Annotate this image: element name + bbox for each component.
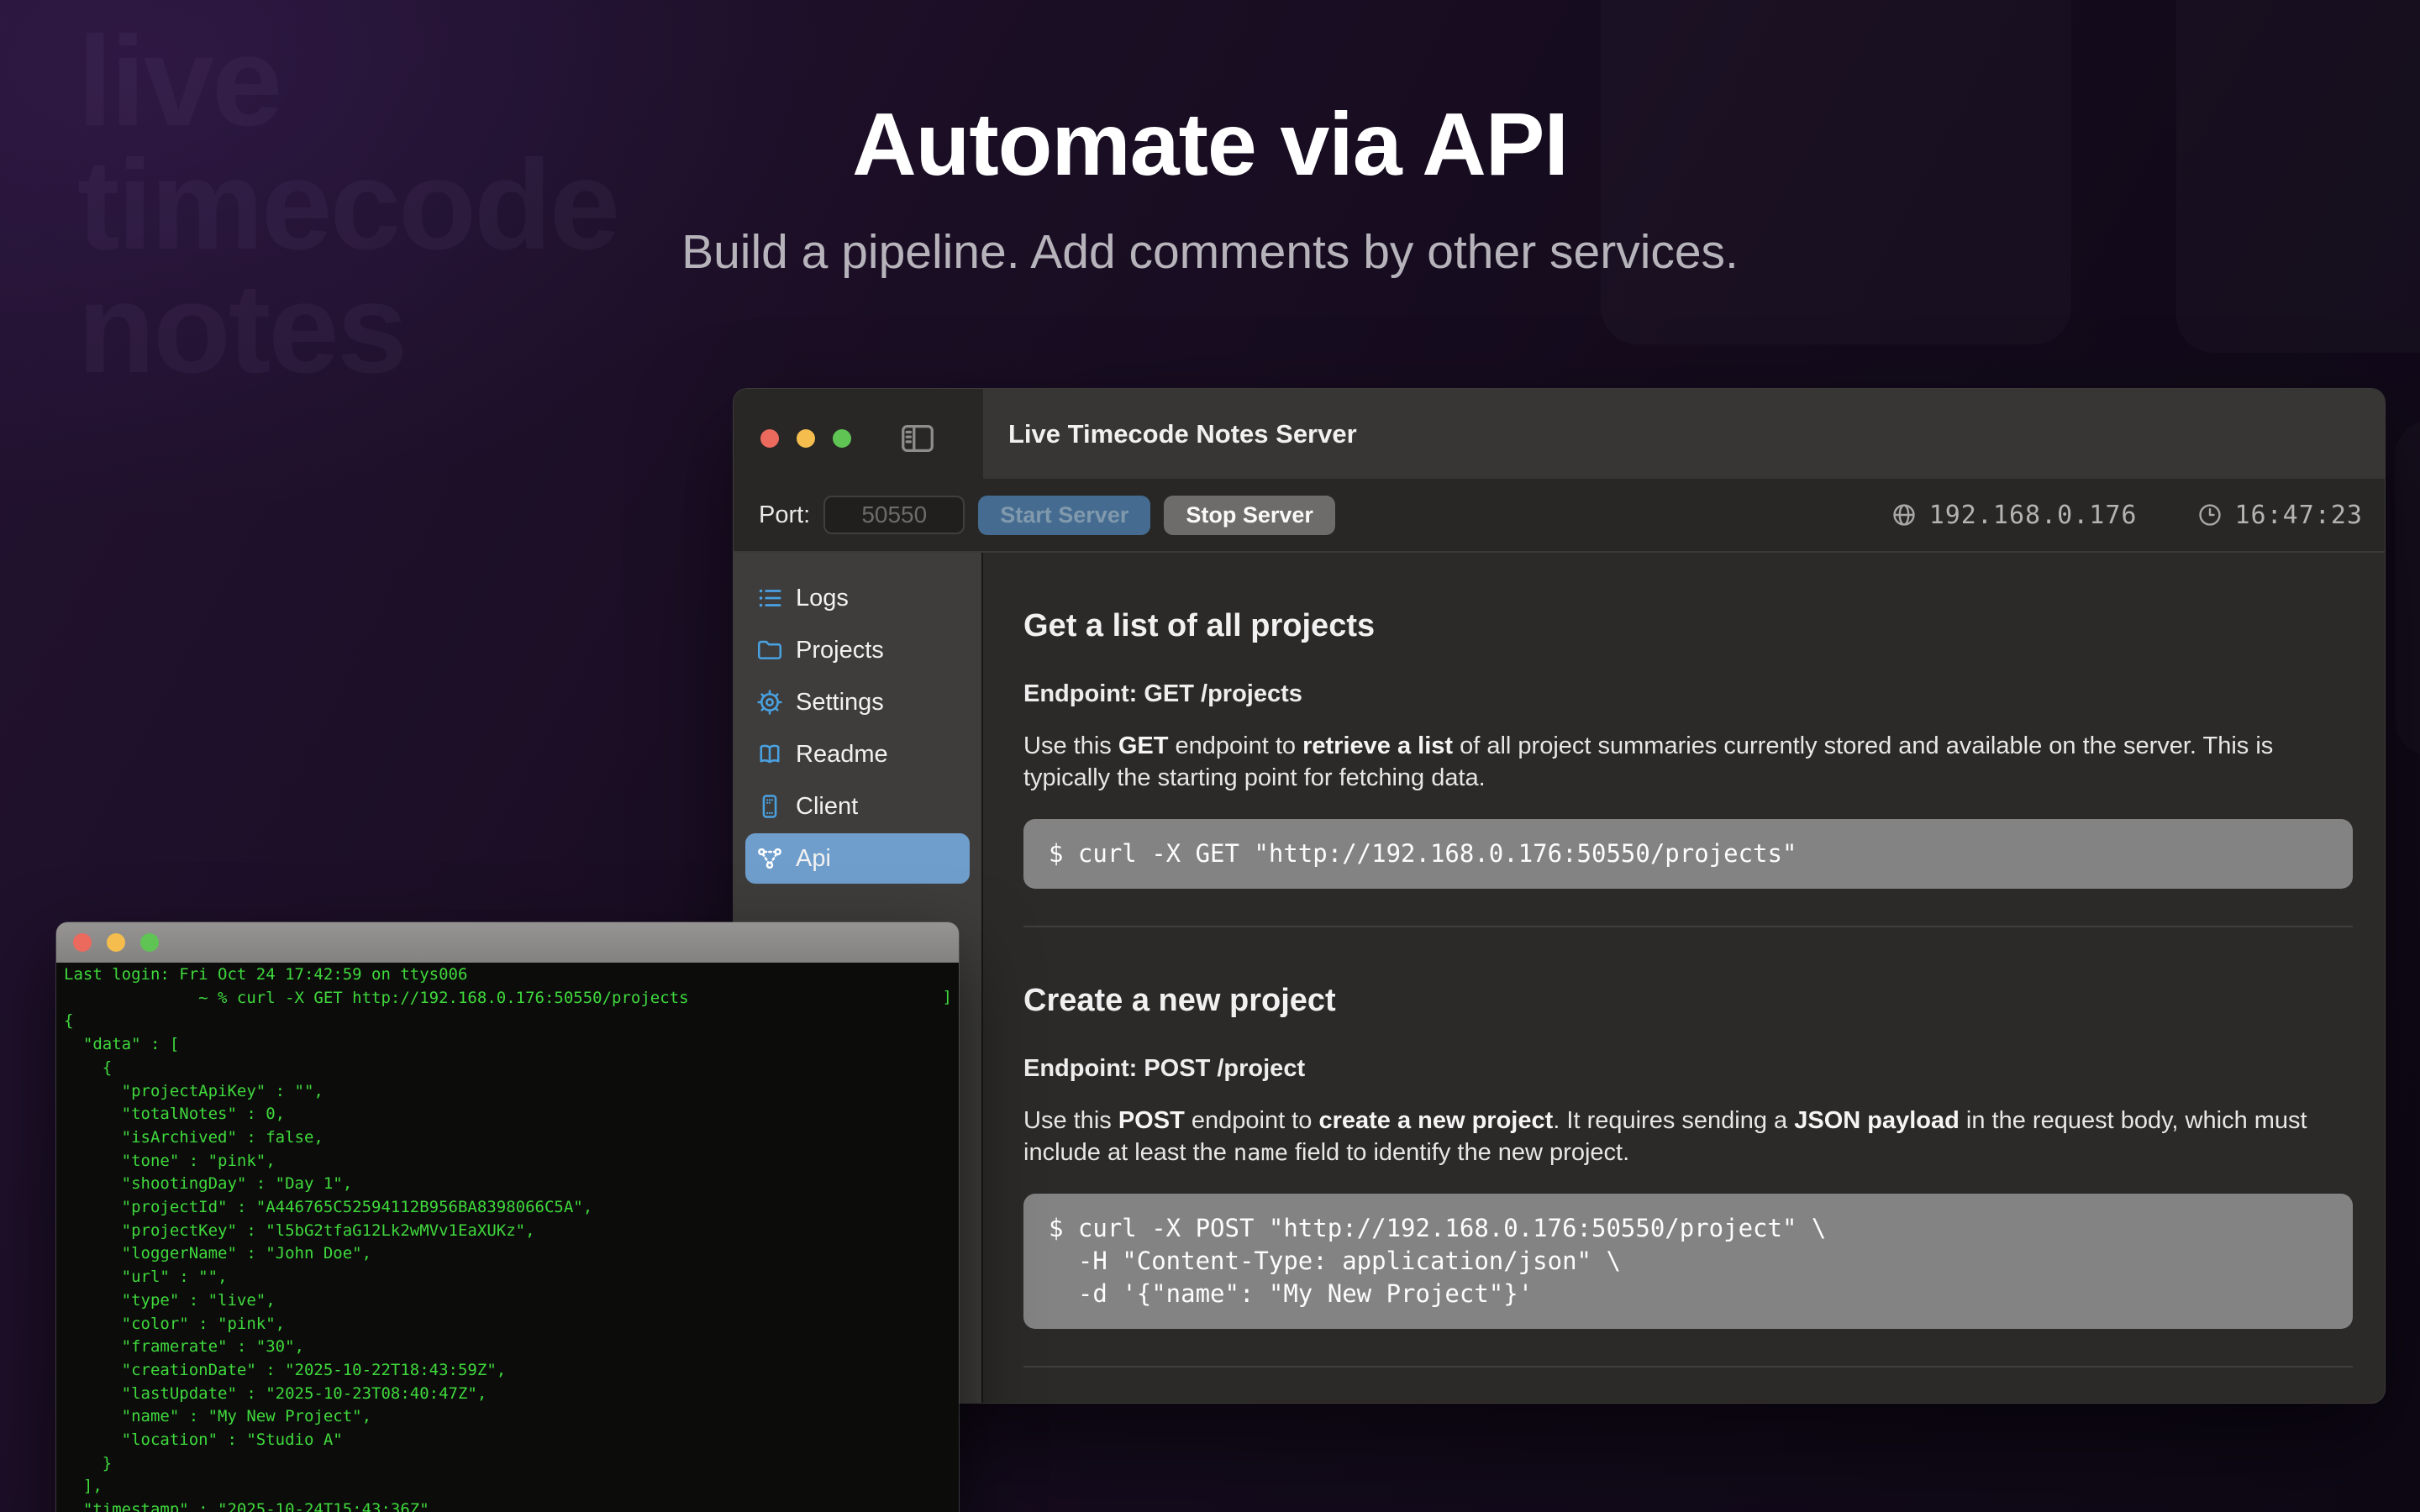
server-status: 192.168.0.176 16:47:23 bbox=[1891, 501, 2363, 530]
terminal-right-prompt: ] bbox=[943, 988, 952, 1006]
sidebar-toggle-icon[interactable] bbox=[898, 419, 937, 458]
port-input[interactable] bbox=[823, 496, 965, 534]
sidebar-item-api[interactable]: Api bbox=[745, 833, 970, 884]
sidebar-item-label: Readme bbox=[796, 741, 888, 769]
ip-address: 192.168.0.176 bbox=[1929, 501, 2138, 530]
server-time: 16:47:23 bbox=[2235, 501, 2364, 530]
close-button[interactable] bbox=[73, 933, 92, 952]
port-label: Port: bbox=[759, 501, 810, 529]
section-divider bbox=[1023, 1366, 2353, 1368]
curl-get-command: $ curl -X GET "http://192.168.0.176:5055… bbox=[1049, 837, 2328, 870]
curl-post-command: $ curl -X POST "http://192.168.0.176:505… bbox=[1049, 1212, 2328, 1310]
minimize-button[interactable] bbox=[107, 933, 125, 952]
sidebar-item-projects[interactable]: Projects bbox=[745, 625, 970, 675]
globe-icon bbox=[1891, 501, 1918, 528]
minimize-button[interactable] bbox=[797, 429, 815, 448]
sidebar-item-label: Projects bbox=[796, 637, 884, 664]
section-description: Use this GET endpoint to retrieve a list… bbox=[1023, 731, 2353, 794]
traffic-lights bbox=[73, 933, 159, 952]
sidebar-item-label: Logs bbox=[796, 585, 849, 612]
api-icon bbox=[755, 844, 784, 873]
close-button[interactable] bbox=[760, 429, 779, 448]
background-tile bbox=[2395, 420, 2420, 756]
sidebar-item-settings[interactable]: Settings bbox=[745, 677, 970, 727]
page-subtitle: Build a pipeline. Add comments by other … bbox=[0, 225, 2420, 279]
sidebar-item-label: Settings bbox=[796, 689, 884, 717]
sidebar-item-client[interactable]: Client bbox=[745, 781, 970, 832]
watermark-line: notes bbox=[77, 267, 618, 391]
server-app-window: Live Timecode Notes Server Port: bbox=[734, 389, 2385, 1403]
folder-icon bbox=[755, 636, 784, 664]
zoom-button[interactable] bbox=[140, 933, 159, 952]
endpoint-label: Endpoint: POST /project bbox=[1023, 1053, 2353, 1084]
code-block-get: $ curl -X GET "http://192.168.0.176:5055… bbox=[1023, 819, 2353, 889]
sidebar-item-readme[interactable]: Readme bbox=[745, 729, 970, 780]
book-icon bbox=[755, 740, 784, 769]
terminal-text: Last login: Fri Oct 24 17:42:59 on ttys0… bbox=[56, 963, 959, 1512]
titlebar: Live Timecode Notes Server bbox=[983, 389, 2385, 479]
marketing-screenshot: live timecode notes Automate via API Bui… bbox=[0, 0, 2420, 1512]
gear-icon bbox=[755, 688, 784, 717]
section-heading: Create a new project bbox=[1023, 981, 2353, 1020]
list-icon bbox=[755, 584, 784, 612]
zoom-button[interactable] bbox=[833, 429, 851, 448]
traffic-lights bbox=[760, 429, 851, 448]
window-chrome: Live Timecode Notes Server Port: bbox=[734, 389, 2385, 553]
window-body: Logs Projects Settings Readme Client Api Get … bbox=[734, 553, 2385, 1403]
section-divider bbox=[1023, 926, 2353, 927]
terminal-window: Last login: Fri Oct 24 17:42:59 on ttys0… bbox=[56, 922, 959, 1512]
hero-section: Automate via API Build a pipeline. Add c… bbox=[0, 0, 2420, 279]
terminal-titlebar bbox=[56, 922, 959, 963]
section-heading: Get a list of all projects bbox=[1023, 606, 2353, 645]
sidebar-item-logs[interactable]: Logs bbox=[745, 573, 970, 623]
device-icon bbox=[755, 792, 784, 821]
section-description: Use this POST endpoint to create a new p… bbox=[1023, 1105, 2353, 1168]
window-title: Live Timecode Notes Server bbox=[1008, 419, 1357, 449]
code-block-post: $ curl -X POST "http://192.168.0.176:505… bbox=[1023, 1194, 2353, 1329]
clock-icon bbox=[2196, 501, 2223, 528]
terminal-output: Last login: Fri Oct 24 17:42:59 on ttys0… bbox=[56, 963, 959, 1512]
endpoint-label: Endpoint: GET /projects bbox=[1023, 679, 2353, 709]
sidebar-item-label: Api bbox=[796, 845, 831, 873]
server-toolbar: Port: Start Server Stop Server 192.168.0… bbox=[734, 479, 2385, 551]
sidebar-item-label: Client bbox=[796, 793, 858, 821]
start-server-button[interactable]: Start Server bbox=[978, 496, 1150, 535]
stop-server-button[interactable]: Stop Server bbox=[1164, 496, 1335, 535]
api-doc-content: Get a list of all projects Endpoint: GET… bbox=[983, 553, 2385, 1403]
page-title: Automate via API bbox=[0, 94, 2420, 195]
